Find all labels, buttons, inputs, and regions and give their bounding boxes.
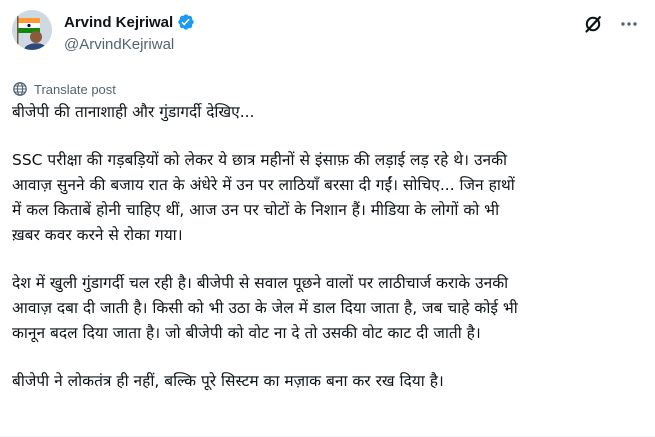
translate-post-label: Translate post: [34, 81, 116, 97]
grok-slash-icon[interactable]: [583, 14, 603, 34]
post-line: कानून बदल दिया जाता है। जो बीजेपी को वोट…: [12, 324, 481, 342]
more-dots-icon[interactable]: [619, 14, 639, 34]
post-paragraph: SSC परीक्षा की गड़बड़ियों को लेकर ये छात…: [12, 148, 648, 248]
author-handle[interactable]: @ArvindKejriwal: [64, 36, 195, 53]
avatar-image: [12, 10, 52, 50]
post-card: Arvind Kejriwal @ArvindKejriwal Translat…: [0, 0, 655, 437]
post-paragraph: बीजेपी की तानाशाही और गुंडागर्दी देखिए..…: [12, 100, 648, 125]
post-paragraph: बीजेपी ने लोकतंत्र ही नहीं, बल्कि पूरे स…: [12, 369, 648, 394]
post-line: बीजेपी की तानाशाही और गुंडागर्दी देखिए..…: [12, 103, 255, 121]
post-paragraph: देश में खुली गुंडागर्दी चल रही है। बीजेप…: [12, 271, 648, 346]
post-top-actions: [583, 14, 639, 34]
post-line: आवाज़ सुनने की बजाय रात के अंधेरे में उन…: [12, 176, 515, 194]
translate-post-link[interactable]: Translate post: [12, 81, 116, 97]
post-text: बीजेपी की तानाशाही और गुंडागर्दी देखिए..…: [12, 100, 648, 394]
post-line: SSC परीक्षा की गड़बड़ियों को लेकर ये छात…: [12, 151, 507, 169]
post-line: आवाज़ दबा दी जाती है। किसी को भी उठा के …: [12, 299, 518, 317]
author-block: Arvind Kejriwal @ArvindKejriwal: [64, 12, 195, 53]
author-name-row: Arvind Kejriwal: [64, 12, 195, 32]
globe-icon: [12, 81, 28, 97]
avatar[interactable]: [12, 10, 52, 50]
author-display-name[interactable]: Arvind Kejriwal: [64, 14, 173, 31]
post-line: देश में खुली गुंडागर्दी चल रही है। बीजेप…: [12, 274, 509, 292]
verified-badge-icon[interactable]: [177, 13, 195, 31]
post-line: बीजेपी ने लोकतंत्र ही नहीं, बल्कि पूरे स…: [12, 372, 444, 390]
post-line: में कल किताबें होनी चाहिए थीं, आज उन पर …: [12, 201, 500, 219]
post-line: ख़बर कवर करने से रोका गया।: [12, 226, 183, 244]
